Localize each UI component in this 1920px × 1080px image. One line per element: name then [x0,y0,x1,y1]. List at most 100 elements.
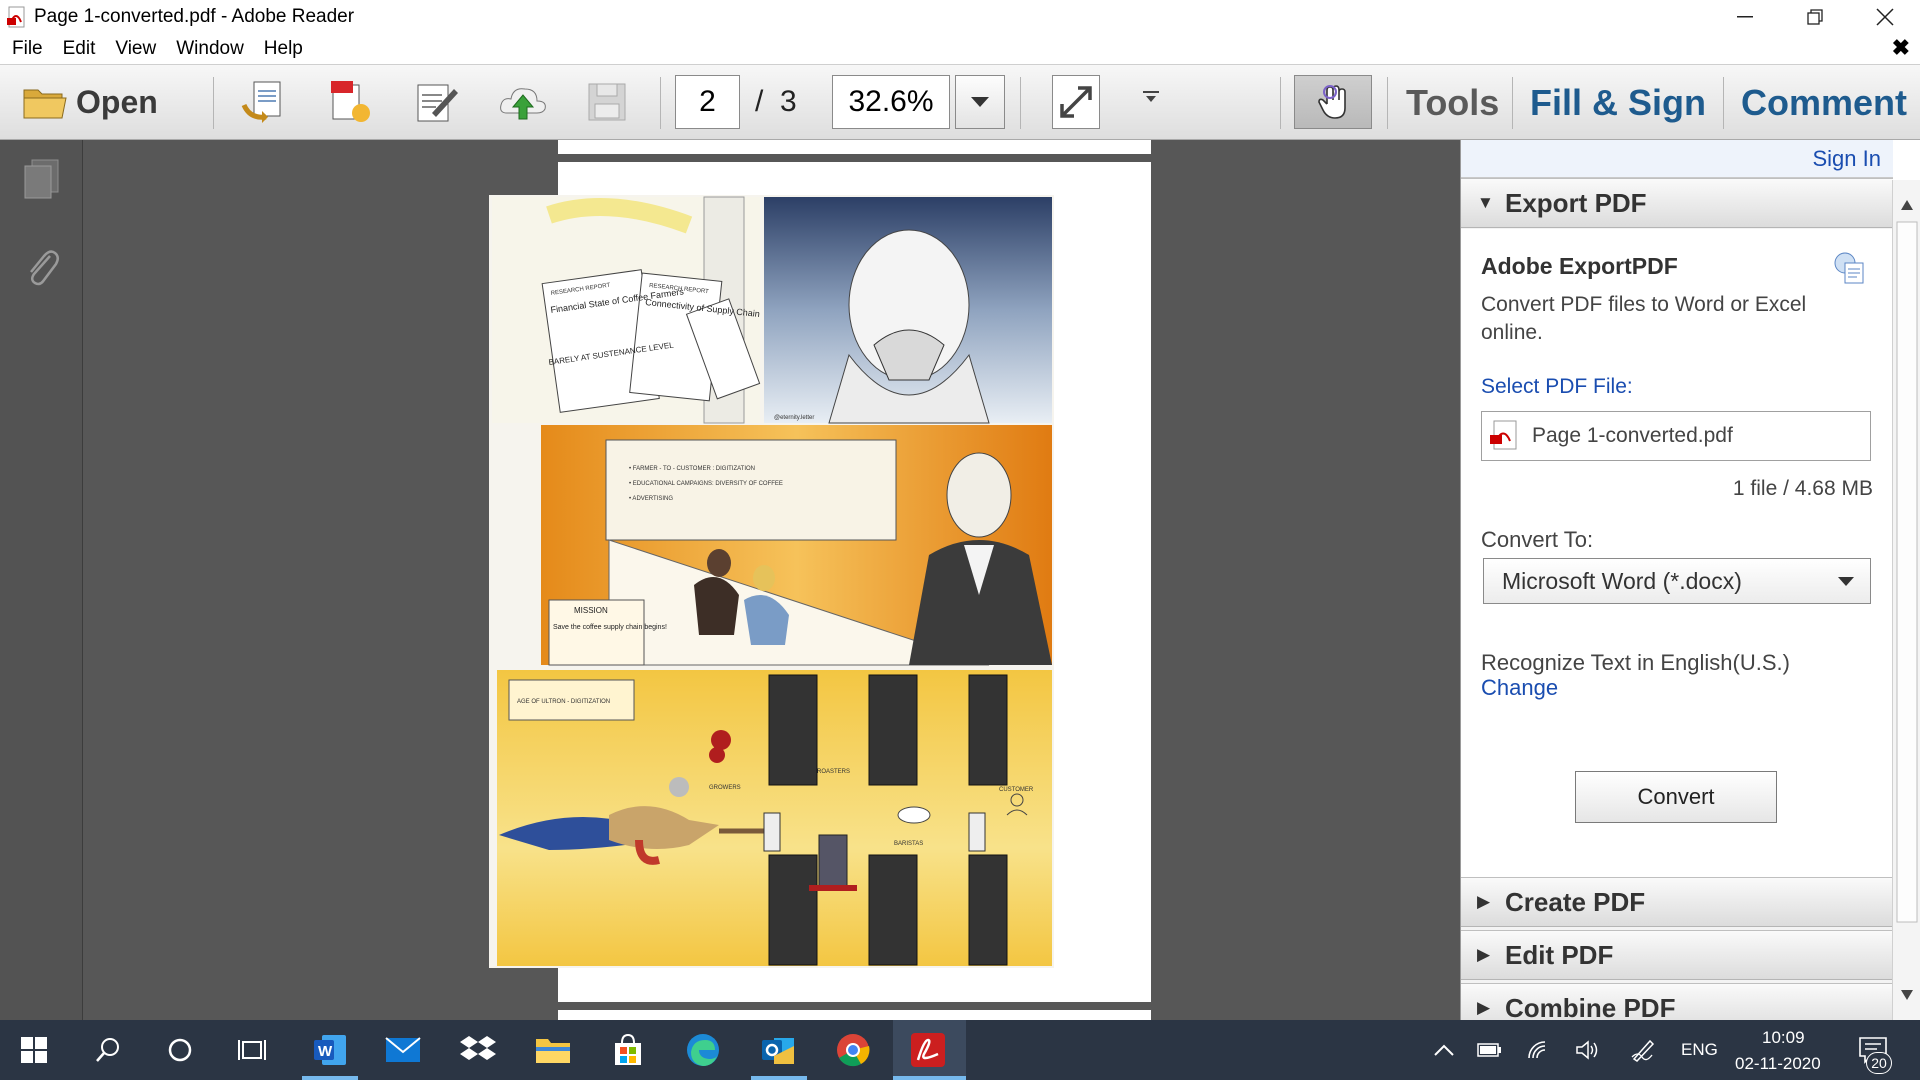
clock-date[interactable]: 02-11-2020 [1735,1054,1821,1074]
convert-button[interactable]: Convert [1575,771,1777,823]
hand-tool-button[interactable] [1294,75,1372,129]
page-total: / 3 [755,85,797,118]
minimize-button[interactable] [1710,0,1780,33]
comment-tab[interactable]: Comment [1741,82,1907,124]
main-toolbar: Open 2 / 3 32.6% Tools Fill & Sign Comme… [0,65,1920,140]
previous-page-edge [558,140,1151,154]
baristas-label: BARISTAS [894,841,923,847]
edge-browser-icon[interactable] [683,1030,723,1070]
export-title: Adobe ExportPDF [1481,253,1678,279]
adobe-reader-icon [6,6,28,28]
customer-label: CUSTOMER [999,787,1034,793]
digitization-box: AGE OF ULTRON - DIGITIZATION [517,699,610,705]
create-pdf-icon[interactable] [240,75,290,129]
change-language-link[interactable]: Change [1481,675,1558,701]
task-pane-scrollbar[interactable] [1892,180,1920,1020]
create-pdf-header[interactable]: ▶ Create PDF [1461,877,1893,927]
expand-icon [1060,86,1092,118]
slide-bullet-2: • EDUCATIONAL CAMPAIGNS: DIVERSITY OF CO… [629,481,783,487]
folder-icon [23,89,67,119]
export-pdf-section: Adobe ExportPDF Convert PDF files to Wor… [1461,229,1893,879]
file-explorer-icon[interactable] [533,1030,573,1070]
sign-in-link[interactable]: Sign In [1813,146,1882,172]
chevron-down-icon [1838,577,1854,586]
restore-button[interactable] [1780,0,1850,33]
window-title: Page 1-converted.pdf - Adobe Reader [34,5,355,27]
mail-app-icon[interactable] [383,1030,423,1070]
mission-text: Save the coffee supply chain begins! [553,624,667,631]
export-pdf-header[interactable]: ▼ Export PDF [1461,178,1893,228]
collapsed-triangle-icon: ▶ [1477,998,1491,1017]
chevron-down-icon [971,97,989,107]
menu-edit[interactable]: Edit [53,38,106,60]
battery-icon[interactable] [1470,1030,1510,1070]
clock-time[interactable]: 10:09 [1762,1028,1805,1048]
show-hidden-icons[interactable] [1424,1030,1464,1070]
fill-sign-tab[interactable]: Fill & Sign [1530,82,1706,124]
export-service-icon [1833,251,1867,290]
pen-workspace-icon[interactable] [1623,1030,1663,1070]
open-label: Open [76,83,158,120]
attachments-icon[interactable] [22,244,62,293]
tools-tab[interactable]: Tools [1406,82,1499,124]
menu-help[interactable]: Help [254,38,313,60]
export-description: Convert PDF files to Word or Excel onlin… [1481,293,1807,344]
task-pane: Sign In ▼ Export PDF Adobe ExportPDF Con… [1460,140,1893,1033]
selected-file-name: Page 1-converted.pdf [1532,424,1733,447]
slide-bullet-3: • ADVERTISING [629,496,673,502]
menu-view[interactable]: View [105,38,166,60]
menu-window[interactable]: Window [166,38,254,60]
word-app-icon[interactable]: W [309,1030,351,1070]
file-info: 1 file / 4.68 MB [1732,477,1873,500]
zoom-dropdown-button[interactable] [955,75,1005,129]
growers-label: GROWERS [709,785,741,791]
windows-start-icon[interactable] [14,1030,54,1070]
recognize-text-label: Recognize Text in English(U.S.) [1481,650,1790,675]
page-thumbnails-icon[interactable] [22,158,62,207]
language-indicator[interactable]: ENG [1681,1040,1718,1060]
close-window-button[interactable] [1850,0,1920,33]
close-document-icon[interactable]: ✖ [1892,35,1910,61]
hand-icon [1318,85,1346,119]
volume-icon[interactable] [1568,1030,1608,1070]
notification-count: 20 [1866,1052,1892,1074]
collapsed-triangle-icon: ▶ [1477,892,1491,911]
edit-pdf-icon[interactable] [412,75,462,129]
task-view-icon[interactable] [232,1030,272,1070]
more-tools-icon[interactable] [1143,87,1159,110]
cortana-icon[interactable] [160,1030,200,1070]
artist-signature: @eternity.letter [774,415,814,421]
select-file-label: Select PDF File: [1481,375,1633,398]
menu-bar: File Edit View Window Help ✖ [0,33,1920,65]
edit-pdf-header[interactable]: ▶ Edit PDF [1461,930,1893,980]
export-pdf-icon[interactable] [325,75,375,129]
chrome-browser-icon[interactable] [833,1030,873,1070]
zoom-input[interactable]: 32.6% [832,75,950,129]
svg-text:W: W [318,1043,333,1060]
menu-file[interactable]: File [0,38,53,60]
selected-file-field[interactable]: Page 1-converted.pdf [1481,411,1871,461]
title-bar: Page 1-converted.pdf - Adobe Reader [0,0,1920,33]
slide-bullet-1: • FARMER - TO - CUSTOMER : DIGITIZATION [629,466,755,472]
collapsed-triangle-icon: ▶ [1477,945,1491,964]
full-screen-button[interactable] [1052,75,1100,129]
upload-cloud-icon[interactable] [497,75,549,129]
page-number-input[interactable]: 2 [675,75,740,129]
adobe-reader-taskbar-icon[interactable] [908,1030,948,1070]
save-icon[interactable] [585,75,629,129]
scroll-down-icon [1901,990,1913,1000]
dropbox-app-icon[interactable] [458,1030,498,1070]
next-page-edge [558,1010,1151,1020]
outlook-app-icon[interactable] [758,1030,798,1070]
convert-to-label: Convert To: [1481,527,1594,552]
convert-to-select[interactable]: Microsoft Word (*.docx) [1483,558,1871,604]
open-button[interactable]: Open [22,75,158,129]
search-icon[interactable] [88,1030,128,1070]
comic-artwork: RESEARCH REPORT Financial State of Coffe… [489,195,1054,968]
store-app-icon[interactable] [608,1030,648,1070]
navigation-pane [0,140,83,1020]
roasters-label: ROASTERS [817,769,850,775]
wifi-icon[interactable] [1520,1030,1560,1070]
pdf-file-icon [1490,420,1517,450]
mission-title: MISSION [574,606,608,615]
